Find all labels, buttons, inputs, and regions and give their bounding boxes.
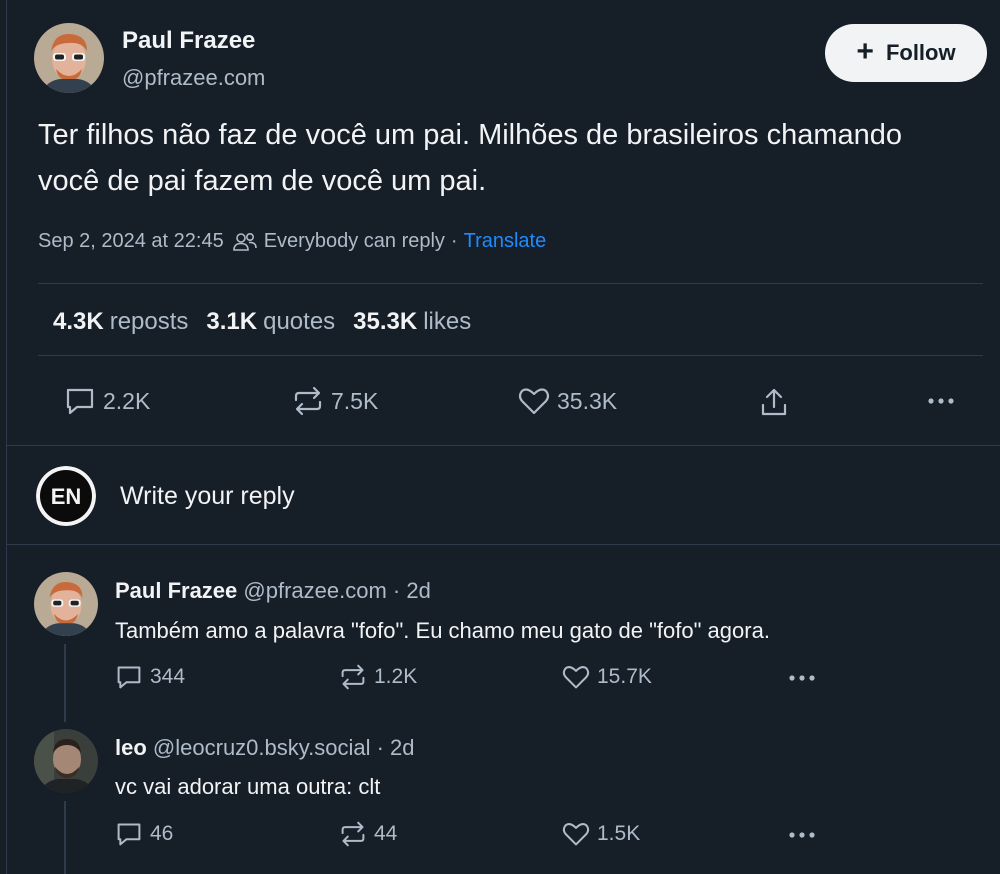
post-thread-view: Paul Frazee @pfrazee.com + Follow Ter fi… xyxy=(0,0,1000,874)
reply-header: leo @leocruz0.bsky.social · 2d xyxy=(115,735,415,761)
reply-author-avatar[interactable] xyxy=(34,729,98,793)
quotes-count: 3.1K xyxy=(206,308,258,335)
share-upload-icon xyxy=(761,388,787,416)
speech-bubble-icon xyxy=(66,388,94,415)
more-options-button[interactable] xyxy=(926,394,956,408)
post-meta: Sep 2, 2024 at 22:45 Everybody can reply… xyxy=(38,230,546,253)
speech-bubble-icon xyxy=(117,823,141,846)
like-count: 35.3K xyxy=(557,387,618,414)
reply-setting: Everybody can reply xyxy=(263,230,445,252)
likes-stat[interactable]: 35.3K likes xyxy=(353,308,471,336)
more-options-button[interactable] xyxy=(787,671,817,685)
plus-icon: + xyxy=(856,34,874,68)
reply-author-avatar[interactable] xyxy=(34,572,98,636)
like-button[interactable]: 35.3K xyxy=(518,386,617,416)
speech-bubble-icon xyxy=(117,666,141,689)
reply-author-name[interactable]: Paul Frazee xyxy=(115,578,237,603)
people-icon xyxy=(232,232,257,251)
engagement-stats: 4.3K reposts 3.1K quotes 35.3K likes xyxy=(53,308,471,336)
reply-count: 2.2K xyxy=(103,387,151,414)
quotes-stat[interactable]: 3.1K quotes xyxy=(206,308,335,336)
reposts-label: reposts xyxy=(109,308,189,335)
follow-label: Follow xyxy=(885,40,956,65)
reply-header: Paul Frazee @pfrazee.com · 2d xyxy=(115,578,431,604)
reply-button[interactable]: 2.2K xyxy=(64,386,150,416)
divider xyxy=(38,283,983,284)
divider xyxy=(7,544,1000,545)
current-user-avatar: EN xyxy=(36,466,96,526)
heart-icon xyxy=(518,388,550,415)
heart-icon xyxy=(562,823,590,846)
repost-button[interactable]: 44 xyxy=(339,821,397,847)
repost-button[interactable]: 7.5K xyxy=(292,386,378,416)
reply-button[interactable]: 46 xyxy=(115,821,173,847)
more-dots-icon xyxy=(928,398,954,404)
repost-count: 1.2K xyxy=(374,665,418,688)
like-button[interactable]: 1.5K xyxy=(562,821,640,847)
likes-label: likes xyxy=(423,308,472,335)
like-count: 1.5K xyxy=(597,822,641,845)
reply-text: vc vai adorar uma outra: clt xyxy=(115,774,381,799)
repost-button[interactable]: 1.2K xyxy=(339,664,417,690)
post-text: Ter filhos não faz de você um pai. Milhõ… xyxy=(38,119,903,197)
divider xyxy=(7,445,1000,446)
author-avatar[interactable] xyxy=(34,23,104,93)
author-handle[interactable]: @pfrazee.com xyxy=(122,65,265,91)
repost-arrows-icon xyxy=(294,386,322,416)
post-timestamp[interactable]: Sep 2, 2024 at 22:45 xyxy=(38,230,224,253)
more-options-button[interactable] xyxy=(787,828,817,842)
repost-arrows-icon xyxy=(341,821,365,847)
left-border xyxy=(6,0,7,874)
like-button[interactable]: 15.7K xyxy=(562,664,652,690)
author-name[interactable]: Paul Frazee xyxy=(122,27,255,55)
reply-input[interactable]: Write your reply xyxy=(120,482,295,511)
reposts-count: 4.3K xyxy=(53,308,104,335)
follow-button[interactable]: + Follow xyxy=(825,24,987,82)
more-dots-icon xyxy=(789,832,815,838)
repost-count: 7.5K xyxy=(331,387,379,414)
reply-count: 344 xyxy=(150,665,186,688)
quotes-label: quotes xyxy=(263,308,336,335)
thread-line xyxy=(64,801,66,874)
like-count: 15.7K xyxy=(597,665,652,688)
reply-count: 46 xyxy=(150,822,174,845)
reposts-stat[interactable]: 4.3K reposts xyxy=(53,308,188,336)
likes-count: 35.3K xyxy=(353,308,418,335)
meta-separator: · xyxy=(450,230,458,252)
share-button[interactable] xyxy=(759,386,789,418)
translate-link[interactable]: Translate xyxy=(464,230,547,253)
reply-author-name[interactable]: leo xyxy=(115,735,147,760)
thread-line xyxy=(64,644,66,722)
reply-author-meta[interactable]: @pfrazee.com · 2d xyxy=(243,578,430,603)
repost-count: 44 xyxy=(374,822,398,845)
reply-author-meta[interactable]: @leocruz0.bsky.social · 2d xyxy=(153,735,415,760)
avatar-initials: EN xyxy=(51,484,82,509)
repost-arrows-icon xyxy=(341,664,365,690)
heart-icon xyxy=(562,666,590,689)
divider xyxy=(38,355,983,356)
more-dots-icon xyxy=(789,675,815,681)
reply-button[interactable]: 344 xyxy=(115,664,185,690)
reply-text: Também amo a palavra "fofo". Eu chamo me… xyxy=(115,618,770,643)
